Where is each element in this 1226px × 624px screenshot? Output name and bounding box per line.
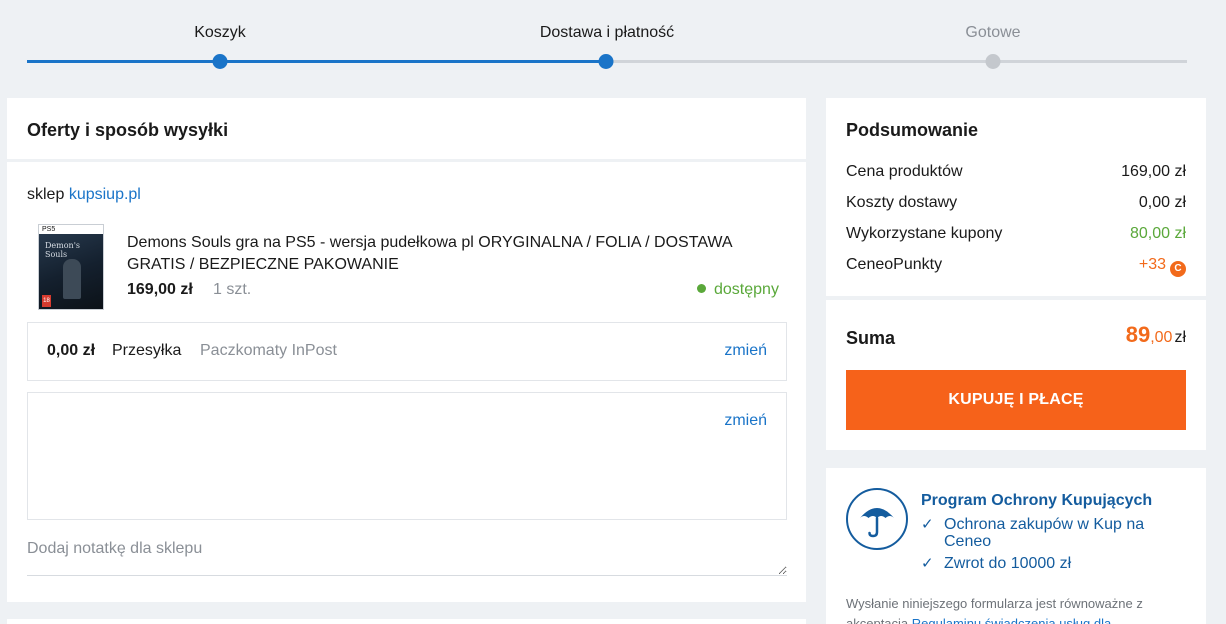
summary-label: Wykorzystane kupony [846, 225, 1003, 242]
checkout-progress: Koszyk Dostawa i płatność Gotowe [0, 0, 1226, 90]
shop-prefix: sklep [27, 186, 65, 203]
shipping-box: 0,00 zł Przesyłka Paczkomaty InPost zmie… [27, 322, 787, 381]
protection-title[interactable]: Program Ochrony Kupujących [921, 492, 1152, 510]
product-thumbnail[interactable]: PS5 Demon's Souls 18 [38, 224, 104, 310]
thumb-title: Demon's Souls [45, 241, 81, 259]
availability-status: dostępny [697, 281, 779, 299]
availability-dot-icon [697, 284, 706, 293]
offers-header: Oferty i sposób wysyłki [7, 98, 806, 162]
total-integer: 89 [1125, 322, 1151, 347]
summary-panel: Podsumowanie Cena produktów 169,00 zł Ko… [826, 98, 1206, 298]
summary-row-products: Cena produktów 169,00 zł [846, 163, 1186, 181]
shipping-cost: 0,00 zł [47, 342, 96, 359]
availability-label: dostępny [714, 281, 779, 298]
protection-item: ✓ Ochrona zakupów w Kup na Ceneo [921, 516, 1181, 550]
total-label: Suma [846, 328, 896, 348]
thumb-age-rating: 18 [42, 295, 51, 307]
summary-row-coupons: Wykorzystane kupony 80,00 zł [846, 225, 1186, 243]
shipping-method: Paczkomaty InPost [200, 342, 337, 359]
summary-value: 169,00 zł [1121, 163, 1186, 180]
points-amount: +33 [1138, 256, 1166, 273]
total-panel: Suma 89,00 zł KUPUJĘ I PŁACĘ [826, 300, 1206, 450]
summary-title: Podsumowanie [846, 120, 979, 140]
step-delivery-payment: Dostawa i płatność [539, 24, 675, 41]
summary-value: 80,00 zł [1129, 225, 1186, 242]
total-decimal: ,00 [1150, 329, 1173, 346]
legal-note: Wysłanie niniejszego formularza jest rów… [846, 594, 1191, 624]
offers-panel-next [7, 619, 806, 624]
shop-note-input[interactable] [27, 534, 787, 576]
change-address-link[interactable]: zmień [724, 412, 767, 430]
offers-panel: Oferty i sposób wysyłki sklep kupsiup.pl… [7, 98, 806, 602]
product-name[interactable]: Demons Souls gra na PS5 - wersja pudełko… [127, 232, 787, 276]
protection-item: ✓ Zwrot do 10000 zł [921, 555, 1181, 572]
summary-label: Koszty dostawy [846, 194, 958, 211]
check-icon: ✓ [921, 516, 934, 533]
buyer-protection-panel: Program Ochrony Kupujących ✓ Ochrona zak… [826, 468, 1206, 624]
progress-track-done [27, 60, 606, 63]
step-dot-done [985, 54, 1001, 69]
check-icon: ✓ [921, 555, 934, 572]
step-dot-delivery [598, 54, 614, 69]
summary-label: CeneoPunkty [846, 256, 943, 273]
product-quantity: 1 szt. [213, 281, 252, 298]
summary-value: 0,00 zł [1138, 194, 1186, 211]
progress-track-todo [606, 60, 1187, 63]
protection-item-text: Ochrona zakupów w Kup na Ceneo [944, 516, 1145, 550]
step-dot-koszyk[interactable] [212, 54, 228, 69]
ceneo-points-value: +33 C [1139, 256, 1186, 277]
terms-link[interactable]: Regulaminu świadczenia usług dla [912, 616, 1111, 624]
shipping-type: Przesyłka [112, 342, 182, 359]
shop-link[interactable]: kupsiup.pl [69, 186, 141, 203]
address-box: zmień [27, 392, 787, 520]
buy-and-pay-button[interactable]: KUPUJĘ I PŁACĘ [846, 370, 1186, 430]
total-value: 89,00 zł [1126, 322, 1186, 348]
change-shipping-link[interactable]: zmień [724, 342, 767, 360]
step-done: Gotowe [965, 24, 1021, 41]
ceneo-coin-icon: C [1170, 261, 1186, 277]
thumb-platform: PS5 [39, 225, 103, 234]
summary-row-points: CeneoPunkty +33 C [846, 256, 1186, 277]
shop-line: sklep kupsiup.pl [27, 186, 141, 204]
total-currency: zł [1174, 329, 1186, 346]
umbrella-icon [846, 488, 908, 550]
thumb-figure [63, 259, 81, 299]
product-price: 169,00 zł [127, 281, 193, 298]
protection-item-text: Zwrot do 10000 zł [944, 555, 1072, 572]
summary-row-delivery: Koszty dostawy 0,00 zł [846, 194, 1186, 212]
summary-label: Cena produktów [846, 163, 963, 180]
step-koszyk[interactable]: Koszyk [194, 24, 246, 42]
